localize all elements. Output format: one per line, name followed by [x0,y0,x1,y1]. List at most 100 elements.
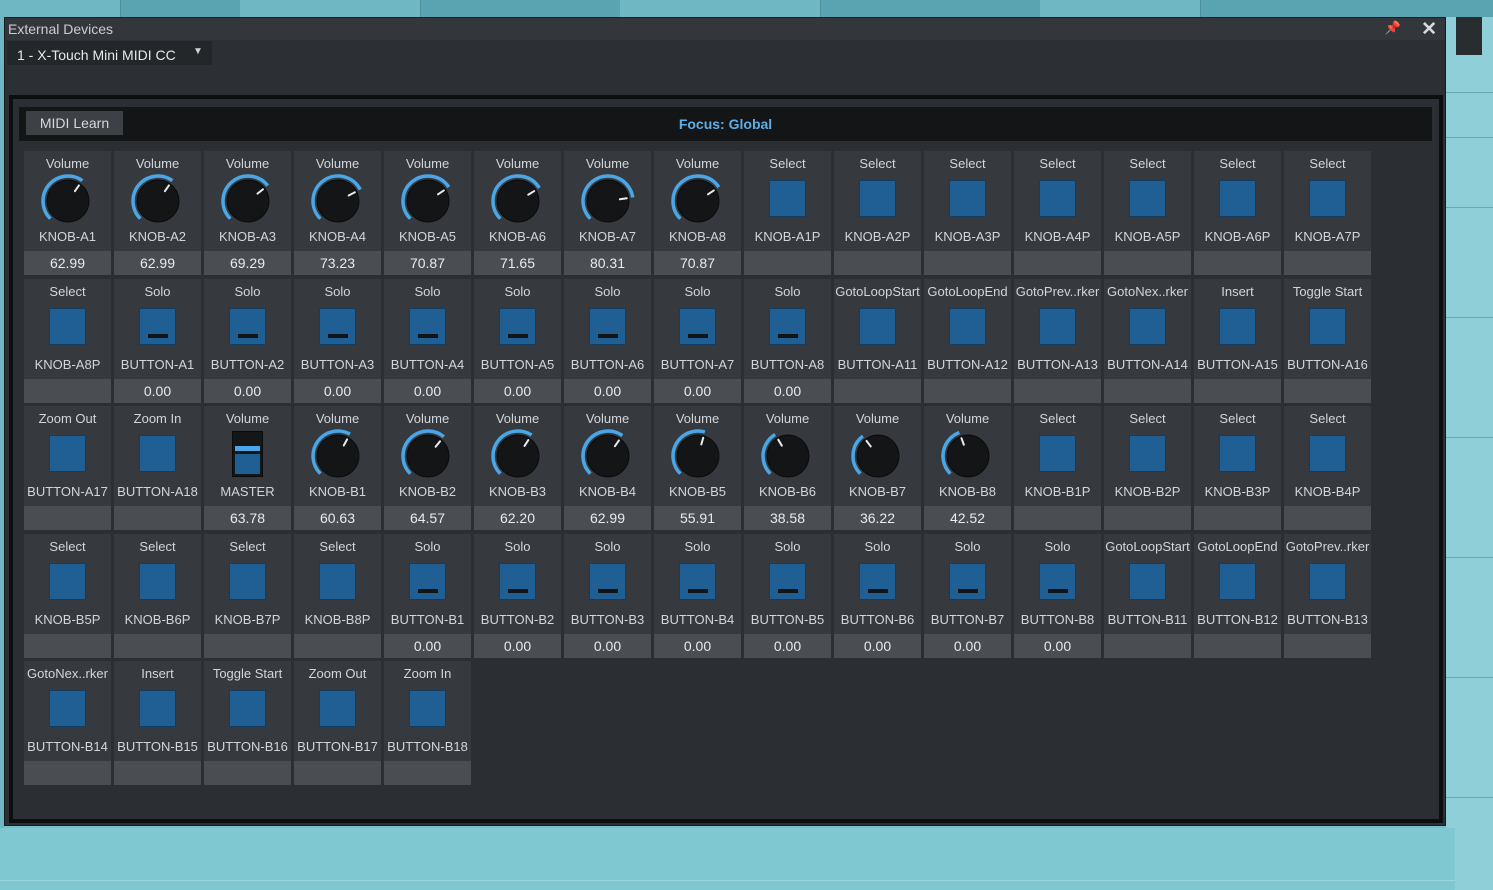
pad-button[interactable] [949,180,986,217]
pad-button[interactable] [1039,180,1076,217]
pad-button[interactable] [949,308,986,345]
control-cell[interactable]: Volume KNOB-B3 62.20 [474,406,561,530]
control-cell[interactable]: Volume KNOB-A4 73.23 [294,151,381,275]
pad-button[interactable] [49,435,86,472]
control-cell[interactable]: Solo BUTTON-B2 0.00 [474,534,561,658]
control-cell[interactable]: Volume KNOB-A5 70.87 [384,151,471,275]
pad-button[interactable] [949,563,986,600]
control-cell[interactable]: Insert BUTTON-B15 [114,661,201,785]
knob-control[interactable] [310,173,366,229]
control-cell[interactable]: Solo BUTTON-B3 0.00 [564,534,651,658]
pad-button[interactable] [229,563,266,600]
control-cell[interactable]: Select KNOB-B2P [1104,406,1191,530]
control-cell[interactable]: Select KNOB-A6P [1194,151,1281,275]
control-cell[interactable]: Volume KNOB-B1 60.63 [294,406,381,530]
pad-button[interactable] [139,435,176,472]
pad-button[interactable] [1219,308,1256,345]
knob-control[interactable] [850,428,906,484]
device-dropdown[interactable]: 1 - X-Touch Mini MIDI CC ▼ [7,41,212,65]
control-cell[interactable]: Zoom In BUTTON-B18 [384,661,471,785]
knob-control[interactable] [580,173,636,229]
pad-button[interactable] [49,308,86,345]
pad-button[interactable] [499,308,536,345]
pad-button[interactable] [1309,180,1346,217]
pad-button[interactable] [769,180,806,217]
control-cell[interactable]: GotoLoopStart BUTTON-B11 [1104,534,1191,658]
pad-button[interactable] [769,563,806,600]
pad-button[interactable] [679,308,716,345]
pad-button[interactable] [769,308,806,345]
control-cell[interactable]: Volume KNOB-B7 36.22 [834,406,921,530]
control-cell[interactable]: Solo BUTTON-B1 0.00 [384,534,471,658]
knob-control[interactable] [760,428,816,484]
control-cell[interactable]: Volume KNOB-B6 38.58 [744,406,831,530]
control-cell[interactable]: GotoNex..rker BUTTON-B14 [24,661,111,785]
control-cell[interactable]: Select KNOB-B6P [114,534,201,658]
control-cell[interactable]: Solo BUTTON-B4 0.00 [654,534,741,658]
pad-button[interactable] [1309,563,1346,600]
pad-button[interactable] [1039,563,1076,600]
pin-icon[interactable]: 📌 [1385,20,1401,36]
pad-button[interactable] [1309,308,1346,345]
close-icon[interactable]: ✕ [1421,18,1437,41]
pad-button[interactable] [1039,435,1076,472]
pad-button[interactable] [1219,563,1256,600]
control-cell[interactable]: GotoPrev..rker BUTTON-B13 [1284,534,1371,658]
control-cell[interactable]: Volume MASTER 63.78 [204,406,291,530]
control-cell[interactable]: Zoom Out BUTTON-B17 [294,661,381,785]
pad-button[interactable] [859,563,896,600]
pad-button[interactable] [499,563,536,600]
control-cell[interactable]: Volume KNOB-A3 69.29 [204,151,291,275]
control-cell[interactable]: Solo BUTTON-A4 0.00 [384,279,471,403]
pad-button[interactable] [1219,435,1256,472]
control-cell[interactable]: Zoom Out BUTTON-A17 [24,406,111,530]
control-cell[interactable]: Solo BUTTON-A2 0.00 [204,279,291,403]
control-cell[interactable]: Solo BUTTON-A3 0.00 [294,279,381,403]
knob-control[interactable] [40,173,96,229]
control-cell[interactable]: Volume KNOB-A2 62.99 [114,151,201,275]
pad-button[interactable] [319,690,356,727]
control-cell[interactable]: Select KNOB-B7P [204,534,291,658]
knob-control[interactable] [670,428,726,484]
pad-button[interactable] [589,308,626,345]
pad-button[interactable] [1129,180,1166,217]
control-cell[interactable]: Toggle Start BUTTON-B16 [204,661,291,785]
pad-button[interactable] [1309,435,1346,472]
control-cell[interactable]: Volume KNOB-A6 71.65 [474,151,561,275]
pad-button[interactable] [229,308,266,345]
control-cell[interactable]: Zoom In BUTTON-A18 [114,406,201,530]
pad-button[interactable] [679,563,716,600]
pad-button[interactable] [1129,563,1166,600]
control-cell[interactable]: Select KNOB-A8P [24,279,111,403]
control-cell[interactable]: Volume KNOB-B4 62.99 [564,406,651,530]
control-cell[interactable]: Solo BUTTON-B7 0.00 [924,534,1011,658]
control-cell[interactable]: Select KNOB-A5P [1104,151,1191,275]
pad-button[interactable] [859,180,896,217]
knob-control[interactable] [400,428,456,484]
pad-button[interactable] [139,308,176,345]
pad-button[interactable] [409,690,446,727]
pad-button[interactable] [589,563,626,600]
control-cell[interactable]: GotoLoopEnd BUTTON-B12 [1194,534,1281,658]
pad-button[interactable] [49,563,86,600]
control-cell[interactable]: Select KNOB-A4P [1014,151,1101,275]
control-cell[interactable]: Volume KNOB-A8 70.87 [654,151,741,275]
control-cell[interactable]: Solo BUTTON-A8 0.00 [744,279,831,403]
control-cell[interactable]: Solo BUTTON-B5 0.00 [744,534,831,658]
pad-button[interactable] [1219,180,1256,217]
control-cell[interactable]: GotoPrev..rker BUTTON-A13 [1014,279,1101,403]
control-cell[interactable]: Volume KNOB-A1 62.99 [24,151,111,275]
control-cell[interactable]: Select KNOB-B3P [1194,406,1281,530]
knob-control[interactable] [580,428,636,484]
fader-control[interactable] [232,431,263,477]
pad-button[interactable] [859,308,896,345]
control-cell[interactable]: Solo BUTTON-B6 0.00 [834,534,921,658]
control-cell[interactable]: Insert BUTTON-A15 [1194,279,1281,403]
control-cell[interactable]: GotoLoopStart BUTTON-A11 [834,279,921,403]
control-cell[interactable]: Select KNOB-A2P [834,151,921,275]
control-cell[interactable]: Select KNOB-B8P [294,534,381,658]
control-cell[interactable]: Solo BUTTON-A1 0.00 [114,279,201,403]
control-cell[interactable]: Volume KNOB-A7 80.31 [564,151,651,275]
control-cell[interactable]: Solo BUTTON-A6 0.00 [564,279,651,403]
control-cell[interactable]: GotoNex..rker BUTTON-A14 [1104,279,1191,403]
